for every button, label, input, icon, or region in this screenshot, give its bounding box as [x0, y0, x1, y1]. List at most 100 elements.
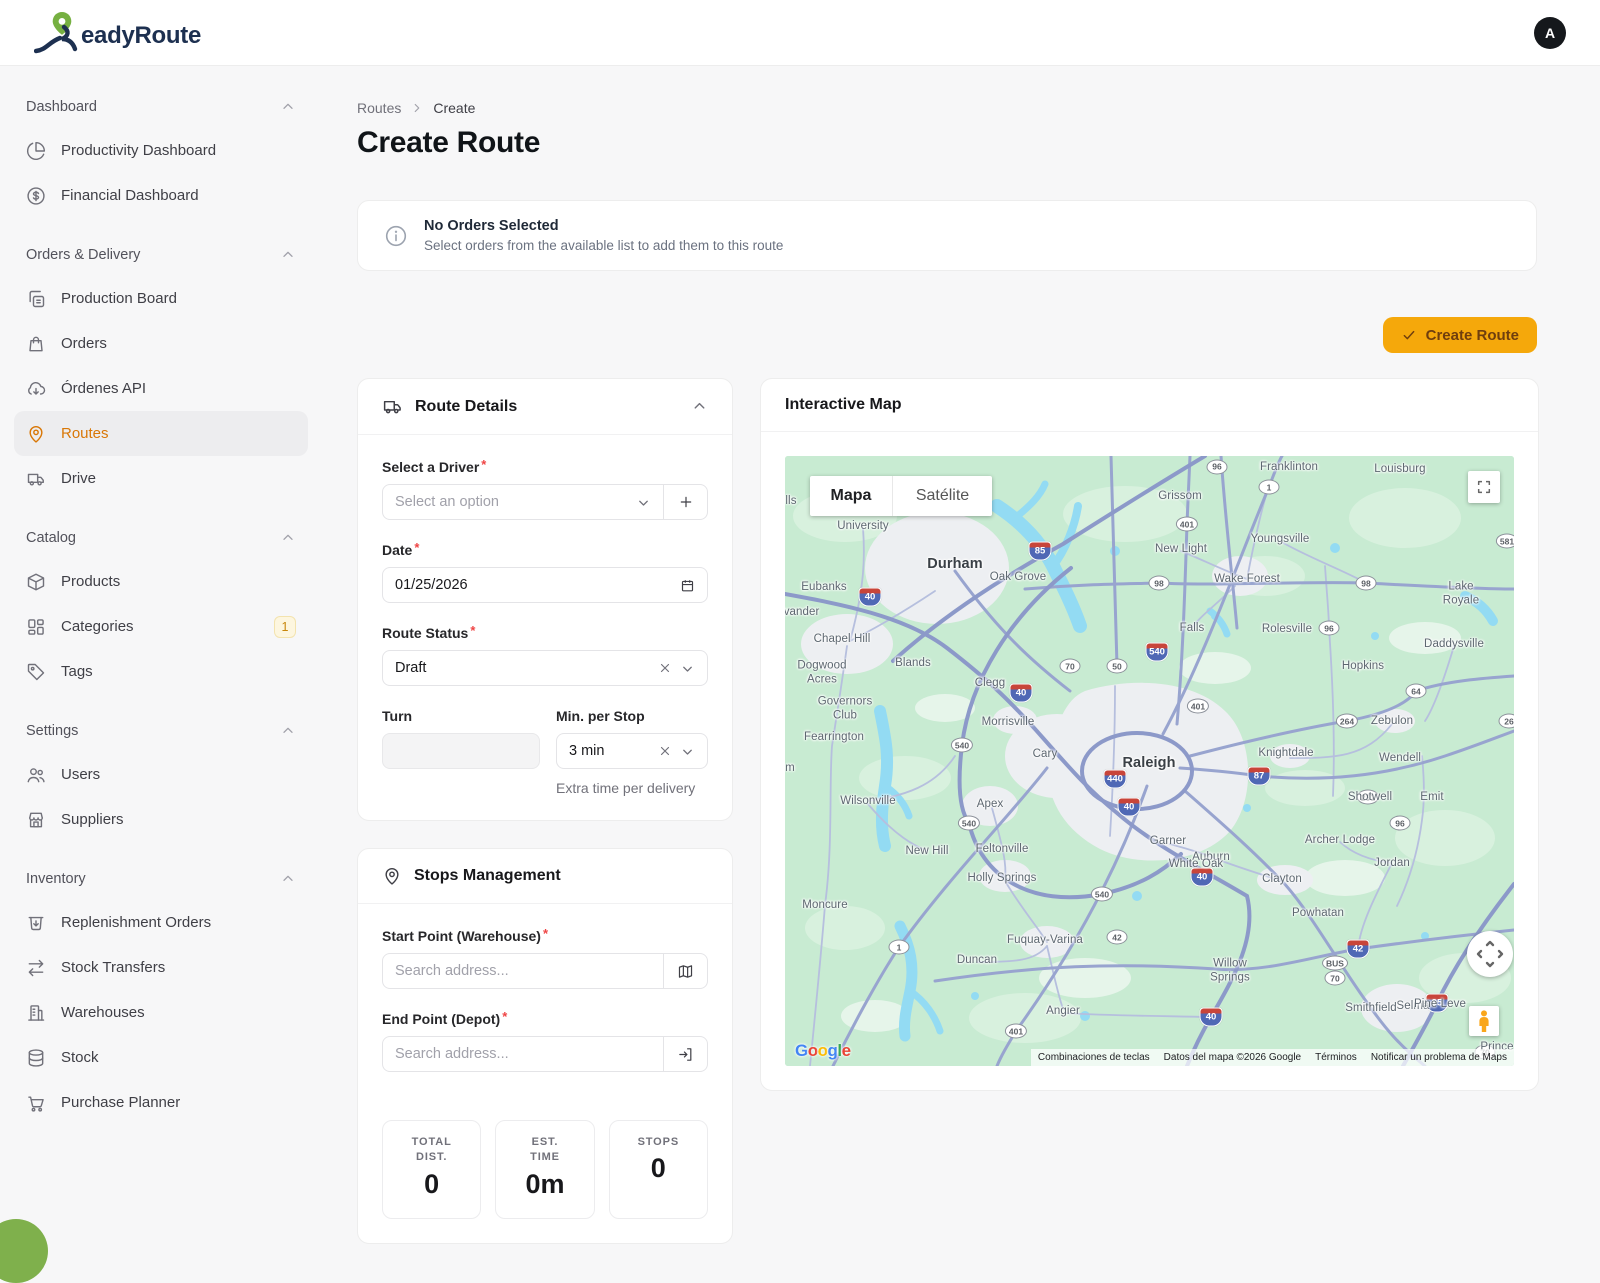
end-point-input[interactable]: Search address...: [383, 1037, 663, 1071]
exit-door-icon: [677, 1046, 694, 1063]
street-view-pegman[interactable]: [1469, 1006, 1499, 1036]
min-per-stop-select[interactable]: 3 min: [556, 733, 708, 769]
create-route-button[interactable]: Create Route: [1383, 317, 1537, 353]
sidebar-section-header-settings[interactable]: Settings: [14, 718, 308, 744]
sidebar-item-label: Purchase Planner: [61, 1094, 180, 1111]
map-attribution: Combinaciones de teclas Datos del mapa ©…: [1031, 1049, 1514, 1066]
arrows-right-left-icon: [26, 958, 46, 978]
sidebar-section-header-dashboard[interactable]: Dashboard: [14, 94, 308, 120]
start-point-input[interactable]: Search address...: [383, 954, 663, 988]
sidebar-item-productivity-dashboard[interactable]: Productivity Dashboard: [14, 128, 308, 173]
truck-icon: [26, 469, 46, 489]
date-input[interactable]: 01/25/2026: [382, 567, 708, 603]
user-avatar[interactable]: A: [1534, 17, 1566, 49]
sidebar-item-stock[interactable]: Stock: [14, 1035, 308, 1080]
sidebar-section-header-inventory[interactable]: Inventory: [14, 866, 308, 892]
driver-placeholder: Select an option: [395, 494, 499, 510]
sidebar-item-users[interactable]: Users: [14, 752, 308, 797]
clear-icon[interactable]: [658, 661, 672, 675]
sidebar-item-purchase-planner[interactable]: Purchase Planner: [14, 1080, 308, 1125]
sidebar-item-label: Production Board: [61, 290, 177, 307]
sidebar-item-orders[interactable]: Orders: [14, 321, 308, 366]
interactive-map-title: Interactive Map: [785, 396, 901, 414]
chevron-down-icon: [680, 661, 695, 676]
sidebar-item-label: Warehouses: [61, 1004, 145, 1021]
map-type-satellite-button[interactable]: Satélite: [892, 476, 992, 516]
sidebar: Dashboard Productivity Dashboard Financi…: [0, 66, 322, 1241]
driver-select[interactable]: Select an option: [383, 485, 663, 519]
sidebar-item-stock-transfers[interactable]: Stock Transfers: [14, 945, 308, 990]
calendar-icon[interactable]: [680, 578, 695, 593]
route-status-select[interactable]: Draft: [382, 650, 708, 686]
map-type-map-button[interactable]: Mapa: [810, 476, 892, 516]
google-logo[interactable]: Google: [795, 1041, 851, 1061]
sidebar-item-label: Órdenes API: [61, 380, 146, 397]
sidebar-item-label: Financial Dashboard: [61, 187, 199, 204]
chevron-up-icon: [280, 871, 296, 887]
users-icon: [26, 765, 46, 785]
stat-stops: STOPS 0: [609, 1120, 708, 1219]
chevron-down-icon: [636, 495, 651, 510]
min-per-stop-helper: Extra time per delivery: [556, 780, 708, 796]
map-pan-control[interactable]: [1467, 931, 1513, 977]
sidebar-item-routes[interactable]: Routes: [14, 411, 308, 456]
sidebar-item-warehouses[interactable]: Warehouses: [14, 990, 308, 1035]
sidebar-section-header-catalog[interactable]: Catalog: [14, 525, 308, 551]
bucket-arrow-down-icon: [26, 913, 46, 933]
terms-link[interactable]: Términos: [1308, 1049, 1364, 1066]
collapse-chevron-icon[interactable]: [691, 398, 708, 415]
sidebar-item-products[interactable]: Products: [14, 559, 308, 604]
check-icon: [1401, 327, 1417, 343]
breadcrumb: Routes Create: [357, 100, 1537, 116]
stat-est-time: EST. TIME 0m: [495, 1120, 594, 1219]
info-icon: [384, 224, 408, 248]
layout-grid-icon: [26, 617, 46, 637]
map-canvas[interactable]: Mapa Satélite Google: [785, 456, 1514, 1066]
main-content: Routes Create Create Route No Orders Sel…: [322, 66, 1600, 1241]
sidebar-section-header-orders-delivery[interactable]: Orders & Delivery: [14, 242, 308, 268]
sidebar-item-ordenes-api[interactable]: Órdenes API: [14, 366, 308, 411]
sidebar-section-settings: Settings Users Suppliers: [14, 718, 308, 842]
sidebar-item-suppliers[interactable]: Suppliers: [14, 797, 308, 842]
sidebar-item-categories[interactable]: Categories 1: [14, 604, 308, 649]
date-label: Date: [382, 542, 708, 558]
sidebar-item-production-board[interactable]: Production Board: [14, 276, 308, 321]
keyboard-shortcuts-link[interactable]: Combinaciones de teclas: [1031, 1049, 1157, 1066]
same-as-start-button[interactable]: [663, 1037, 707, 1071]
add-driver-button[interactable]: [663, 485, 707, 519]
stat-label: EST. TIME: [500, 1135, 589, 1166]
stat-value: 0: [387, 1169, 476, 1200]
turn-label: Turn: [382, 708, 540, 724]
clear-icon[interactable]: [658, 744, 672, 758]
sidebar-item-replenishment-orders[interactable]: Replenishment Orders: [14, 900, 308, 945]
breadcrumb-routes[interactable]: Routes: [357, 100, 401, 116]
sidebar-section-dashboard: Dashboard Productivity Dashboard Financi…: [14, 94, 308, 218]
route-status-label: Route Status: [382, 625, 708, 641]
brand-logo[interactable]: eadyRoute: [34, 9, 201, 57]
date-value: 01/25/2026: [395, 577, 468, 593]
section-label: Dashboard: [26, 99, 97, 115]
sidebar-item-label: Stock: [61, 1049, 99, 1066]
sidebar-item-tags[interactable]: Tags: [14, 649, 308, 694]
sidebar-item-label: Suppliers: [61, 811, 124, 828]
map-data-text: Datos del mapa ©2026 Google: [1157, 1049, 1308, 1066]
turn-input[interactable]: [382, 733, 540, 769]
sidebar-item-label: Orders: [61, 335, 107, 352]
categories-count-badge: 1: [274, 616, 296, 638]
sidebar-item-label: Tags: [61, 663, 93, 680]
start-point-label: Start Point (Warehouse): [382, 928, 708, 944]
sidebar-item-label: Replenishment Orders: [61, 914, 211, 931]
pick-on-map-button[interactable]: [663, 954, 707, 988]
store-icon: [26, 810, 46, 830]
sidebar-item-label: Products: [61, 573, 120, 590]
map-fullscreen-button[interactable]: [1468, 471, 1500, 503]
end-point-placeholder: Search address...: [395, 1046, 509, 1062]
report-problem-link[interactable]: Notificar un problema de Maps: [1364, 1049, 1514, 1066]
sidebar-item-drive[interactable]: Drive: [14, 456, 308, 501]
pan-arrows-icon: [1475, 939, 1505, 969]
breadcrumb-create: Create: [433, 100, 475, 116]
sidebar-item-financial-dashboard[interactable]: Financial Dashboard: [14, 173, 308, 218]
map-pin-icon: [382, 866, 402, 886]
truck-icon: [382, 396, 403, 417]
end-point-group: Search address...: [382, 1036, 708, 1072]
